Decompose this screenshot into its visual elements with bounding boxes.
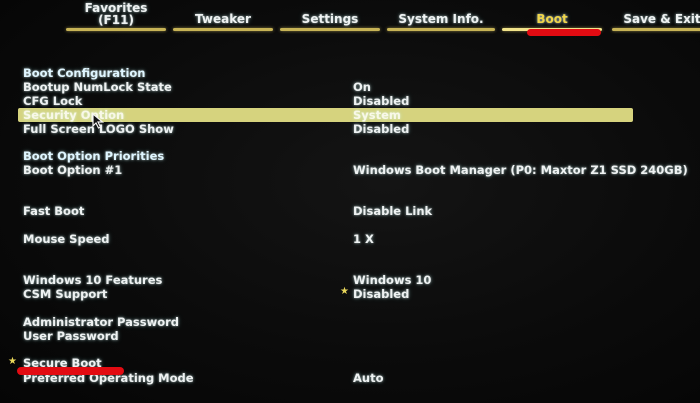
setting-admin-password[interactable]: Administrator Password bbox=[0, 315, 700, 329]
tab-tweaker-underline bbox=[173, 28, 273, 31]
setting-boot-option-1[interactable]: Boot Option #1 Windows Boot Manager (P0:… bbox=[0, 163, 700, 177]
setting-csm-support-label: CSM Support bbox=[23, 287, 108, 301]
section-boot-option-priorities: Boot Option Priorities bbox=[0, 149, 700, 163]
setting-bootup-numlock-label: Bootup NumLock State bbox=[23, 80, 172, 94]
tab-tweaker-label: Tweaker bbox=[195, 12, 251, 26]
setting-fast-boot-label: Fast Boot bbox=[23, 204, 85, 218]
setting-full-screen-logo-value[interactable]: Disabled bbox=[353, 122, 409, 136]
setting-cfg-lock-label: CFG Lock bbox=[23, 94, 83, 108]
tab-settings-underline bbox=[280, 28, 380, 31]
red-annotation-secure-boot bbox=[17, 367, 124, 375]
tab-save-exit-label: Save & Exit bbox=[623, 12, 700, 26]
setting-windows-10-features-label: Windows 10 Features bbox=[23, 273, 163, 287]
setting-boot-option-1-label: Boot Option #1 bbox=[23, 163, 123, 177]
setting-windows-10-features-value[interactable]: Windows 10 bbox=[353, 273, 431, 287]
setting-mouse-speed-value[interactable]: 1 X bbox=[353, 232, 374, 246]
setting-admin-password-label: Administrator Password bbox=[23, 315, 180, 329]
tab-system-info-label: System Info. bbox=[398, 12, 484, 26]
setting-mouse-speed[interactable]: Mouse Speed 1 X bbox=[0, 232, 700, 246]
mouse-pointer-icon bbox=[92, 113, 104, 129]
bios-screen: Favorites (F11) Tweaker Settings System … bbox=[0, 0, 700, 403]
tab-save-exit[interactable]: Save & Exit bbox=[612, 13, 700, 32]
tab-system-info[interactable]: System Info. bbox=[387, 13, 495, 32]
red-annotation-boot-tab bbox=[527, 29, 601, 36]
setting-fast-boot[interactable]: Fast Boot Disable Link bbox=[0, 204, 700, 218]
tab-favorites-underline bbox=[66, 28, 166, 31]
setting-bootup-numlock-value[interactable]: On bbox=[353, 80, 371, 94]
setting-bootup-numlock[interactable]: Bootup NumLock State On bbox=[0, 80, 700, 94]
setting-csm-support-value[interactable]: Disabled bbox=[353, 287, 409, 301]
setting-cfg-lock-value[interactable]: Disabled bbox=[353, 94, 409, 108]
tab-system-info-underline bbox=[387, 28, 495, 31]
setting-user-password-label: User Password bbox=[23, 329, 119, 343]
tab-settings[interactable]: Settings bbox=[280, 13, 380, 32]
star-icon: ★ bbox=[340, 286, 349, 297]
tab-favorites[interactable]: Favorites (F11) bbox=[66, 2, 166, 32]
setting-security-option-value[interactable]: System bbox=[353, 108, 401, 122]
tab-tweaker[interactable]: Tweaker bbox=[173, 13, 273, 32]
setting-fast-boot-value[interactable]: Disable Link bbox=[353, 204, 432, 218]
section-boot-configuration-title: Boot Configuration bbox=[23, 66, 146, 80]
setting-mouse-speed-label: Mouse Speed bbox=[23, 232, 110, 246]
setting-full-screen-logo[interactable]: Full Screen LOGO Show Disabled bbox=[0, 122, 700, 136]
setting-security-option-label: Security Option bbox=[23, 108, 125, 122]
setting-security-option[interactable]: Security Option System bbox=[0, 108, 700, 122]
tab-settings-label: Settings bbox=[301, 12, 359, 26]
section-boot-configuration: Boot Configuration bbox=[0, 66, 700, 80]
setting-boot-option-1-value[interactable]: Windows Boot Manager (P0: Maxtor Z1 SSD … bbox=[353, 163, 688, 177]
setting-windows-10-features[interactable]: Windows 10 Features Windows 10 bbox=[0, 273, 700, 287]
setting-preferred-os-mode-value[interactable]: Auto bbox=[353, 371, 384, 385]
setting-csm-support[interactable]: CSM Support Disabled bbox=[0, 287, 700, 301]
setting-user-password[interactable]: User Password bbox=[0, 329, 700, 343]
section-boot-option-priorities-title: Boot Option Priorities bbox=[23, 149, 165, 163]
tab-boot-label: Boot bbox=[536, 12, 568, 26]
star-icon: ★ bbox=[8, 356, 17, 367]
setting-cfg-lock[interactable]: CFG Lock Disabled bbox=[0, 94, 700, 108]
tab-save-exit-underline bbox=[612, 28, 700, 31]
tab-favorites-shortcut: (F11) bbox=[98, 13, 134, 27]
